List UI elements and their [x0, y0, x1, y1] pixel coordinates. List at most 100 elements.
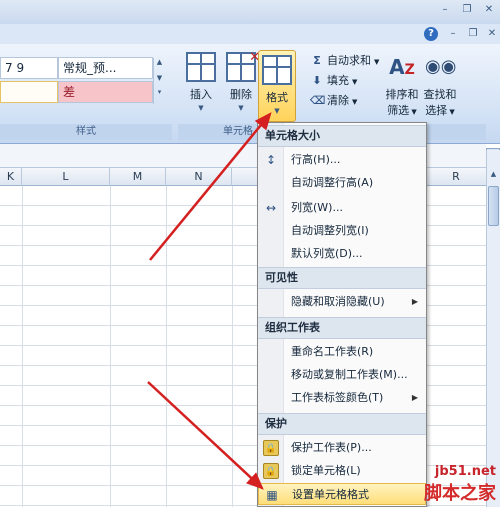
ribbon-tab-strip: ? – ❐ ✕	[0, 24, 500, 44]
sort-filter-label-1: 排序和	[385, 88, 419, 101]
menu-item-hide-unhide[interactable]: 隐藏和取消隐藏(U) ▶	[258, 291, 426, 313]
menu-item-label: 锁定单元格(L)	[291, 464, 361, 477]
menu-item-format-cells[interactable]: ▦ 设置单元格格式	[258, 483, 426, 505]
style-cell-normal[interactable]: 常规_预...	[58, 57, 153, 79]
menu-item-autofit-row-height[interactable]: 自动调整行高(A)	[258, 172, 426, 194]
lock-icon: 🔒	[263, 440, 279, 456]
chevron-down-icon: ▼	[352, 78, 358, 86]
format-label: 格式	[266, 91, 288, 104]
fill-button[interactable]: ⬇ 填充 ▼	[310, 72, 357, 90]
format-cells-icon	[262, 55, 292, 85]
insert-button[interactable]: 插入 ▼	[182, 52, 220, 112]
find-select-label-2: 选择	[425, 104, 448, 117]
menu-item-row-height[interactable]: ↕ 行高(H)...	[258, 149, 426, 171]
chevron-down-icon: ▼	[352, 98, 358, 106]
eraser-icon: ⌫	[310, 94, 326, 107]
column-header-r[interactable]: R	[426, 168, 486, 186]
menu-header-organize-sheets: 组织工作表	[258, 317, 426, 339]
more-icon[interactable]: ▾	[154, 88, 165, 96]
style-gallery-scroll[interactable]: ▲ ▼ ▾	[153, 58, 165, 104]
grid-column-line	[22, 186, 23, 507]
title-bar: – ❐ ✕	[0, 0, 500, 24]
delete-cells-icon: ✕	[226, 50, 260, 82]
vertical-scrollbar[interactable]: ▲	[486, 150, 500, 507]
menu-item-label: 列宽(W)...	[291, 201, 343, 214]
column-header-n-label: N	[194, 170, 203, 183]
format-dropdown-menu: 单元格大小 ↕ 行高(H)... 自动调整行高(A) ↔ 列宽(W)... 自动…	[257, 122, 427, 507]
row-height-icon: ↕	[265, 153, 277, 167]
help-icon[interactable]: ?	[424, 27, 438, 41]
grid-column-line	[232, 186, 233, 507]
group-caption-styles: 样式	[0, 124, 172, 140]
restore-icon[interactable]: ❐	[458, 3, 476, 17]
chevron-right-icon: ▶	[411, 393, 418, 402]
style-cell-input[interactable]	[0, 81, 58, 103]
ribbon-restore-icon[interactable]: ❐	[464, 27, 482, 41]
menu-header-visibility: 可见性	[258, 267, 426, 289]
menu-item-column-width[interactable]: ↔ 列宽(W)...	[258, 197, 426, 219]
menu-item-tab-color[interactable]: 工作表标签颜色(T) ▶	[258, 387, 426, 409]
find-select-label-1: 查找和	[423, 88, 457, 101]
menu-item-label: 自动调整行高(A)	[291, 176, 374, 189]
chevron-up-icon[interactable]: ▲	[154, 58, 165, 66]
scroll-up-icon[interactable]: ▲	[487, 170, 500, 178]
chevron-down-icon: ▼	[238, 104, 244, 112]
autosum-button[interactable]: Σ 自动求和 ▼	[310, 52, 379, 70]
column-header-m[interactable]: M	[110, 168, 166, 186]
column-header-k[interactable]: K	[0, 168, 22, 186]
menu-item-label: 自动调整列宽(I)	[291, 224, 369, 237]
fill-label: 填充	[327, 74, 349, 87]
ribbon-close-icon[interactable]: ✕	[483, 27, 500, 41]
clear-label: 清除	[327, 94, 349, 107]
sort-filter-label-2: 筛选	[387, 104, 410, 117]
insert-label: 插入	[190, 88, 212, 101]
autosum-label: 自动求和	[327, 54, 371, 67]
style-cell-79[interactable]: 7 9	[0, 57, 58, 79]
delete-button[interactable]: ✕ 删除 ▼	[222, 50, 260, 112]
chevron-down-icon: ▼	[447, 108, 455, 116]
watermark-name: 脚本之家	[424, 483, 496, 504]
clear-button[interactable]: ⌫清除 ▼	[310, 92, 357, 110]
fill-down-icon: ⬇	[312, 74, 322, 87]
close-icon[interactable]: ✕	[480, 3, 498, 17]
ribbon-minimize-icon[interactable]: –	[444, 27, 462, 41]
chevron-down-icon: ▼	[274, 107, 280, 115]
menu-item-label: 设置单元格格式	[292, 488, 369, 501]
menu-item-label: 重命名工作表(R)	[291, 345, 374, 358]
menu-item-lock-cell[interactable]: 🔒 锁定单元格(L)	[258, 460, 426, 482]
menu-item-move-copy-sheet[interactable]: 移动或复制工作表(M)...	[258, 364, 426, 386]
menu-item-autofit-column-width[interactable]: 自动调整列宽(I)	[258, 220, 426, 242]
menu-item-protect-sheet[interactable]: 🔒 保护工作表(P)...	[258, 437, 426, 459]
find-select-button[interactable]: ◉◉ 查找和 选择 ▼	[420, 52, 460, 118]
scrollbar-thumb[interactable]	[488, 186, 499, 226]
insert-cells-icon	[186, 52, 216, 82]
lock-icon: 🔒	[263, 463, 279, 479]
chevron-right-icon: ▶	[411, 297, 418, 306]
format-button[interactable]: 格式 ▼	[258, 50, 296, 122]
chevron-down-icon: ▼	[198, 104, 204, 112]
style-cell-bad[interactable]: 差	[58, 81, 153, 103]
menu-item-label: 行高(H)...	[291, 153, 341, 166]
menu-item-default-width[interactable]: 默认列宽(D)...	[258, 243, 426, 265]
format-cells-icon: ▦	[266, 488, 278, 502]
grid-column-line	[166, 186, 167, 507]
menu-item-label: 默认列宽(D)...	[291, 247, 363, 260]
menu-header-protection: 保护	[258, 413, 426, 435]
sigma-icon: Σ	[313, 54, 321, 67]
minimize-icon[interactable]: –	[436, 3, 454, 17]
chevron-down-icon[interactable]: ▼	[154, 74, 165, 82]
menu-header-cell-size: 单元格大小	[258, 125, 426, 147]
menu-item-label: 保护工作表(P)...	[291, 441, 372, 454]
menu-item-label: 隐藏和取消隐藏(U)	[291, 295, 385, 308]
chevron-down-icon: ▼	[374, 58, 380, 66]
menu-item-rename-sheet[interactable]: 重命名工作表(R)	[258, 341, 426, 363]
sort-filter-icon: AZ	[389, 55, 415, 79]
watermark-url: jb51.net	[434, 464, 496, 479]
sort-filter-button[interactable]: AZ 排序和 筛选 ▼	[382, 52, 422, 118]
chevron-down-icon: ▼	[409, 108, 417, 116]
column-header-n[interactable]: N	[166, 168, 232, 186]
binoculars-icon: ◉◉	[425, 56, 457, 77]
column-header-l[interactable]: L	[22, 168, 110, 186]
delete-label: 删除	[230, 88, 252, 101]
menu-item-label: 工作表标签颜色(T)	[291, 391, 384, 404]
